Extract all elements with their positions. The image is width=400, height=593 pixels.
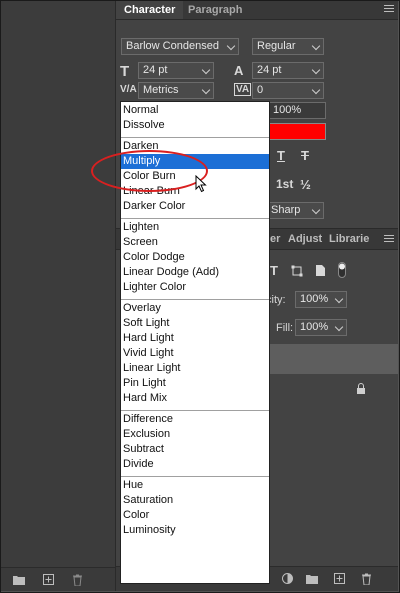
opacity-field[interactable]: 100% [295,291,347,308]
antialias-value: Sharp [271,204,301,216]
tab-character[interactable]: Character [116,1,184,19]
panel-tabs: Character Paragraph [116,1,398,20]
fractions-button[interactable]: ½ [300,177,311,192]
tracking-icon: VA [234,83,252,96]
blend-mode-item[interactable]: Hard Light [121,331,269,346]
layers-menu-icon[interactable] [384,235,394,243]
tab-adjust[interactable]: Adjust [288,229,322,249]
blend-mode-item[interactable]: Difference [121,412,269,427]
blend-mode-item[interactable]: Subtract [121,442,269,457]
blend-mode-item[interactable]: Pin Light [121,376,269,391]
blend-mode-item[interactable]: Hard Mix [121,391,269,406]
blend-mode-item[interactable]: Linear Dodge (Add) [121,265,269,280]
blend-mode-item[interactable]: Overlay [121,301,269,316]
blend-mode-group: Overlay Soft Light Hard Light Vivid Light Li… [121,300,269,411]
new-layer-button-icon[interactable] [334,573,345,584]
font-family-value: Barlow Condensed [126,40,219,52]
blend-mode-group: Normal Dissolve [121,102,269,138]
blend-mode-item[interactable]: Soft Light [121,316,269,331]
group-folder-icon[interactable] [306,574,318,584]
fill-field[interactable]: 100% [295,319,347,336]
mouse-cursor-icon [195,175,207,193]
strikethrough-icon[interactable]: T [301,148,309,163]
blend-mode-item[interactable]: Color [121,508,269,523]
layer-row-selected[interactable] [266,344,398,374]
blend-mode-item[interactable]: Linear Light [121,361,269,376]
smart-object-filter-icon[interactable] [315,264,326,277]
filter-toggle-icon[interactable] [338,262,346,278]
blend-mode-item[interactable]: Multiply [121,154,269,169]
leading-value: 24 pt [257,64,282,76]
transform-filter-icon[interactable] [291,265,303,277]
blend-mode-group: Hue Saturation Color Luminosity [121,477,269,542]
kerning-icon: V/A [120,84,137,95]
kerning-select[interactable]: Metrics [138,82,214,99]
blend-mode-item[interactable]: Dissolve [121,118,269,133]
folder-icon[interactable] [13,575,25,585]
font-style-select[interactable]: Regular [252,38,324,55]
tab-layers[interactable]: er [270,229,280,249]
font-size-icon: T [120,63,130,80]
blend-mode-item[interactable]: Exclusion [121,427,269,442]
leading-select[interactable]: 24 pt [252,62,324,79]
font-size-value: 24 pt [143,64,168,76]
adjustment-layer-icon[interactable] [282,573,293,584]
tracking-select[interactable]: 0 [252,82,324,99]
blend-mode-item[interactable]: Lighter Color [121,280,269,295]
blend-mode-item[interactable]: Color Dodge [121,250,269,265]
blend-mode-item[interactable]: Divide [121,457,269,472]
blend-mode-item[interactable]: Screen [121,235,269,250]
blend-mode-group: Difference Exclusion Subtract Divide [121,411,269,477]
kerning-value: Metrics [143,84,179,96]
opacity-value: 100% [300,293,329,305]
panel-menu-icon[interactable] [384,5,394,13]
blend-mode-item[interactable]: Vivid Light [121,346,269,361]
new-layer-icon[interactable] [43,574,54,585]
fill-label: Fill: [276,322,294,334]
type-layer-filter-icon[interactable]: T [270,263,278,278]
left-bottom-bar [1,567,115,591]
vertical-scale-field[interactable]: 100% [268,102,326,119]
antialias-select[interactable]: Sharp [266,202,324,219]
tracking-value: 0 [257,84,264,96]
blend-mode-item[interactable]: Luminosity [121,523,269,538]
blend-mode-item[interactable]: Saturation [121,493,269,508]
font-size-select[interactable]: 24 pt [138,62,214,79]
blend-mode-group: Lighten Screen Color Dodge Linear Dodge (Ad… [121,219,269,300]
tab-libraries[interactable]: Librarie [329,229,369,249]
text-color-swatch[interactable] [268,123,326,140]
blend-mode-item[interactable]: Normal [121,103,269,118]
ordinals-button[interactable]: 1st [276,177,293,191]
left-panel-area [1,1,116,591]
blend-mode-item[interactable]: Hue [121,478,269,493]
leading-icon: A [234,63,244,78]
tab-paragraph[interactable]: Paragraph [188,1,242,19]
trash-icon[interactable] [72,574,83,586]
lock-icon [357,383,365,394]
blend-mode-item[interactable]: Darker Color [121,199,269,214]
font-family-select[interactable]: Barlow Condensed [121,38,239,55]
blend-mode-dropdown[interactable]: Normal Dissolve Darken Multiply Color Burn Li… [120,101,270,584]
underline-icon[interactable]: T [277,148,285,163]
blend-mode-item[interactable]: Darken [121,139,269,154]
delete-layer-icon[interactable] [361,573,372,585]
font-style-value: Regular [257,40,296,52]
blend-mode-item[interactable]: Lighten [121,220,269,235]
fill-value: 100% [300,321,329,333]
